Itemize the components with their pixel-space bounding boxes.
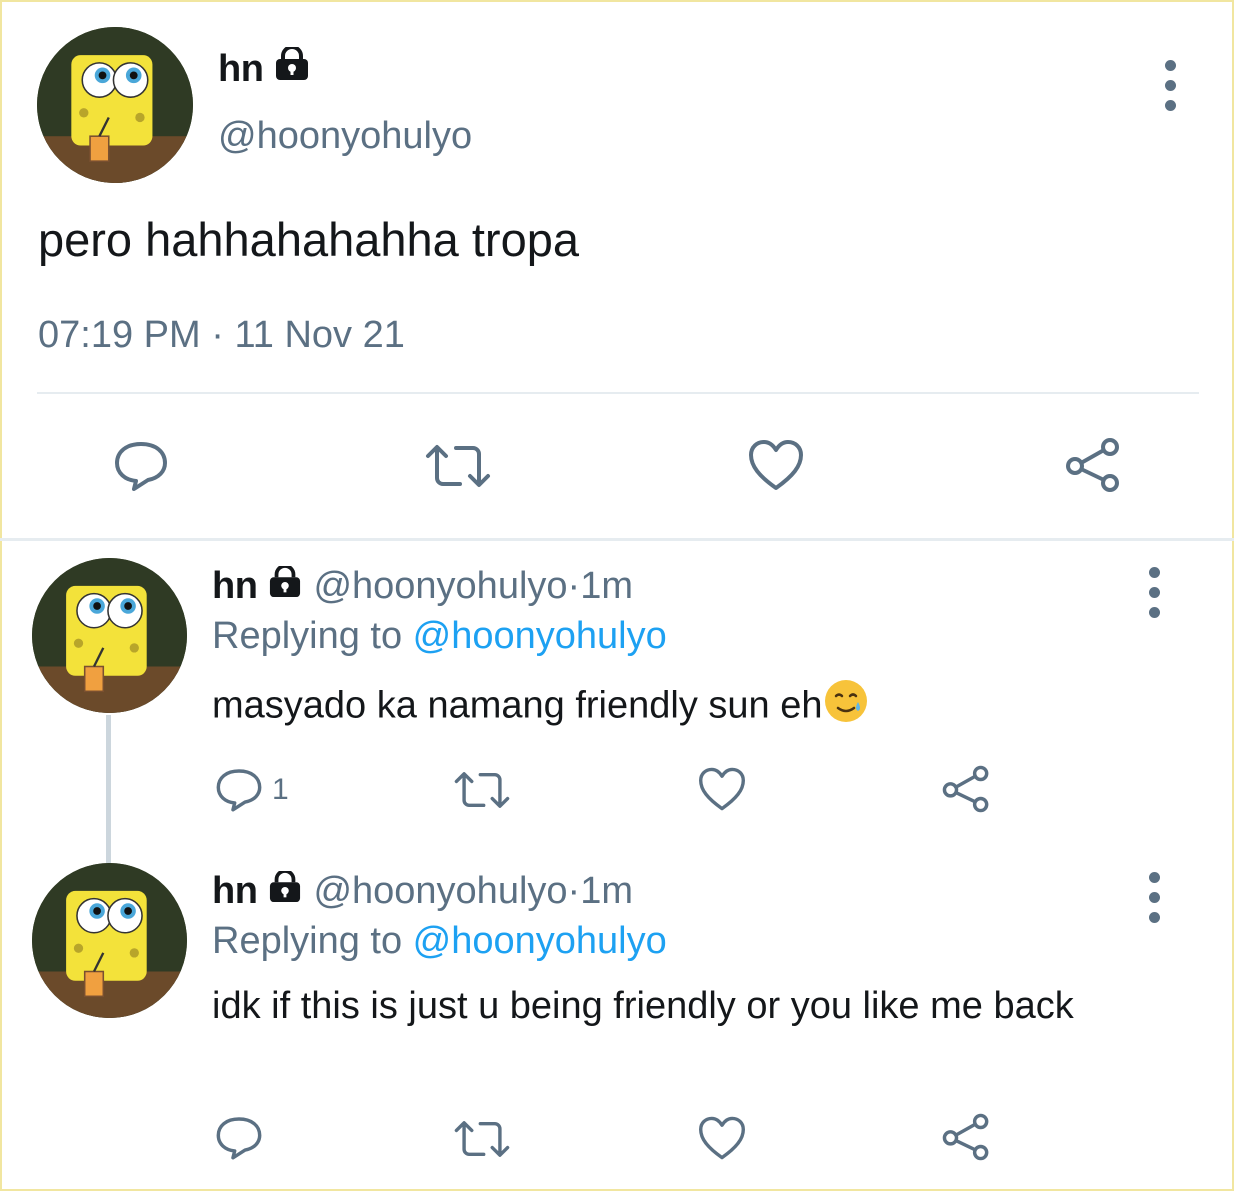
avatar[interactable] bbox=[32, 558, 187, 713]
author-name-text: hn bbox=[218, 47, 264, 90]
thread-connector bbox=[106, 715, 111, 863]
reply-time: 1m bbox=[580, 565, 633, 607]
retweet-icon bbox=[454, 1121, 510, 1157]
share-icon bbox=[1066, 438, 1119, 492]
tweet-timestamp[interactable]: 07:19 PM · 11 Nov 21 bbox=[38, 314, 405, 357]
replying-to: Replying to @hoonyohulyo bbox=[212, 615, 667, 658]
author-handle[interactable]: @hoonyohulyo bbox=[218, 115, 472, 158]
reply-header[interactable]: hn @hoonyohulyo · 1m bbox=[212, 869, 633, 913]
share-button[interactable] bbox=[1063, 436, 1123, 494]
more-vertical-icon[interactable] bbox=[1146, 872, 1162, 923]
lock-icon bbox=[273, 45, 311, 91]
reply-header[interactable]: hn @hoonyohulyo · 1m bbox=[212, 564, 633, 608]
author-handle[interactable]: @hoonyohulyo bbox=[313, 870, 567, 913]
reply-time: 1m bbox=[580, 870, 633, 912]
more-vertical-icon[interactable] bbox=[1146, 567, 1162, 618]
heart-icon bbox=[699, 767, 745, 811]
separator: · bbox=[567, 870, 581, 912]
replying-label: Replying to bbox=[212, 615, 413, 657]
speech-bubble-icon bbox=[115, 442, 167, 491]
reply-text: masyado ka namang friendly sun eh bbox=[212, 677, 870, 738]
mention-link[interactable]: @hoonyohulyo bbox=[413, 920, 667, 962]
heart-icon bbox=[749, 440, 803, 490]
retweet-button[interactable] bbox=[453, 1118, 511, 1160]
speech-bubble-icon bbox=[216, 769, 262, 812]
like-button[interactable] bbox=[697, 1115, 747, 1161]
reply-count: 1 bbox=[272, 773, 289, 806]
author-name[interactable]: hn bbox=[218, 45, 311, 91]
heart-icon bbox=[699, 1116, 745, 1160]
section-divider bbox=[0, 538, 1234, 541]
retweet-button[interactable] bbox=[424, 442, 492, 490]
reply-text: idk if this is just u being friendly or … bbox=[212, 985, 1074, 1027]
like-button[interactable] bbox=[747, 438, 805, 492]
author-name[interactable]: hn bbox=[212, 565, 258, 608]
retweet-icon bbox=[454, 772, 510, 808]
lock-icon bbox=[267, 564, 303, 608]
spongebob-avatar-image bbox=[37, 27, 193, 183]
share-button[interactable] bbox=[940, 1112, 992, 1162]
tweet-text: pero hahhahahahha tropa bbox=[38, 213, 579, 266]
main-tweet: hn @hoonyohulyo pero hahhahahahha tropa … bbox=[0, 0, 1234, 538]
reply-text-content: masyado ka namang friendly sun eh bbox=[212, 684, 823, 727]
smiling-face-with-tear-icon bbox=[822, 677, 870, 738]
speech-bubble-icon bbox=[216, 1117, 262, 1160]
avatar[interactable] bbox=[37, 27, 193, 183]
more-vertical-icon[interactable] bbox=[1162, 60, 1178, 111]
tweet-date: 11 Nov 21 bbox=[234, 314, 405, 356]
separator: · bbox=[567, 565, 581, 607]
avatar[interactable] bbox=[32, 863, 187, 1018]
retweet-button[interactable] bbox=[453, 769, 511, 811]
share-icon bbox=[942, 1113, 989, 1161]
replying-label: Replying to bbox=[212, 920, 413, 962]
mention-link[interactable]: @hoonyohulyo bbox=[413, 615, 667, 657]
reply-button[interactable]: 1 bbox=[214, 767, 289, 813]
lock-icon bbox=[267, 869, 303, 913]
divider bbox=[37, 392, 1199, 394]
like-button[interactable] bbox=[697, 766, 747, 812]
tweet-time: 07:19 PM bbox=[38, 314, 201, 356]
spongebob-avatar-image bbox=[32, 863, 187, 1018]
replying-to: Replying to @hoonyohulyo bbox=[212, 920, 667, 963]
spongebob-avatar-image bbox=[32, 558, 187, 713]
author-handle[interactable]: @hoonyohulyo bbox=[313, 565, 567, 608]
reply-button[interactable] bbox=[214, 1115, 264, 1161]
share-button[interactable] bbox=[940, 764, 992, 814]
reply-button[interactable] bbox=[112, 440, 170, 492]
time-separator: · bbox=[200, 314, 235, 356]
author-name[interactable]: hn bbox=[212, 870, 258, 913]
share-icon bbox=[942, 765, 989, 813]
retweet-icon bbox=[426, 445, 490, 487]
